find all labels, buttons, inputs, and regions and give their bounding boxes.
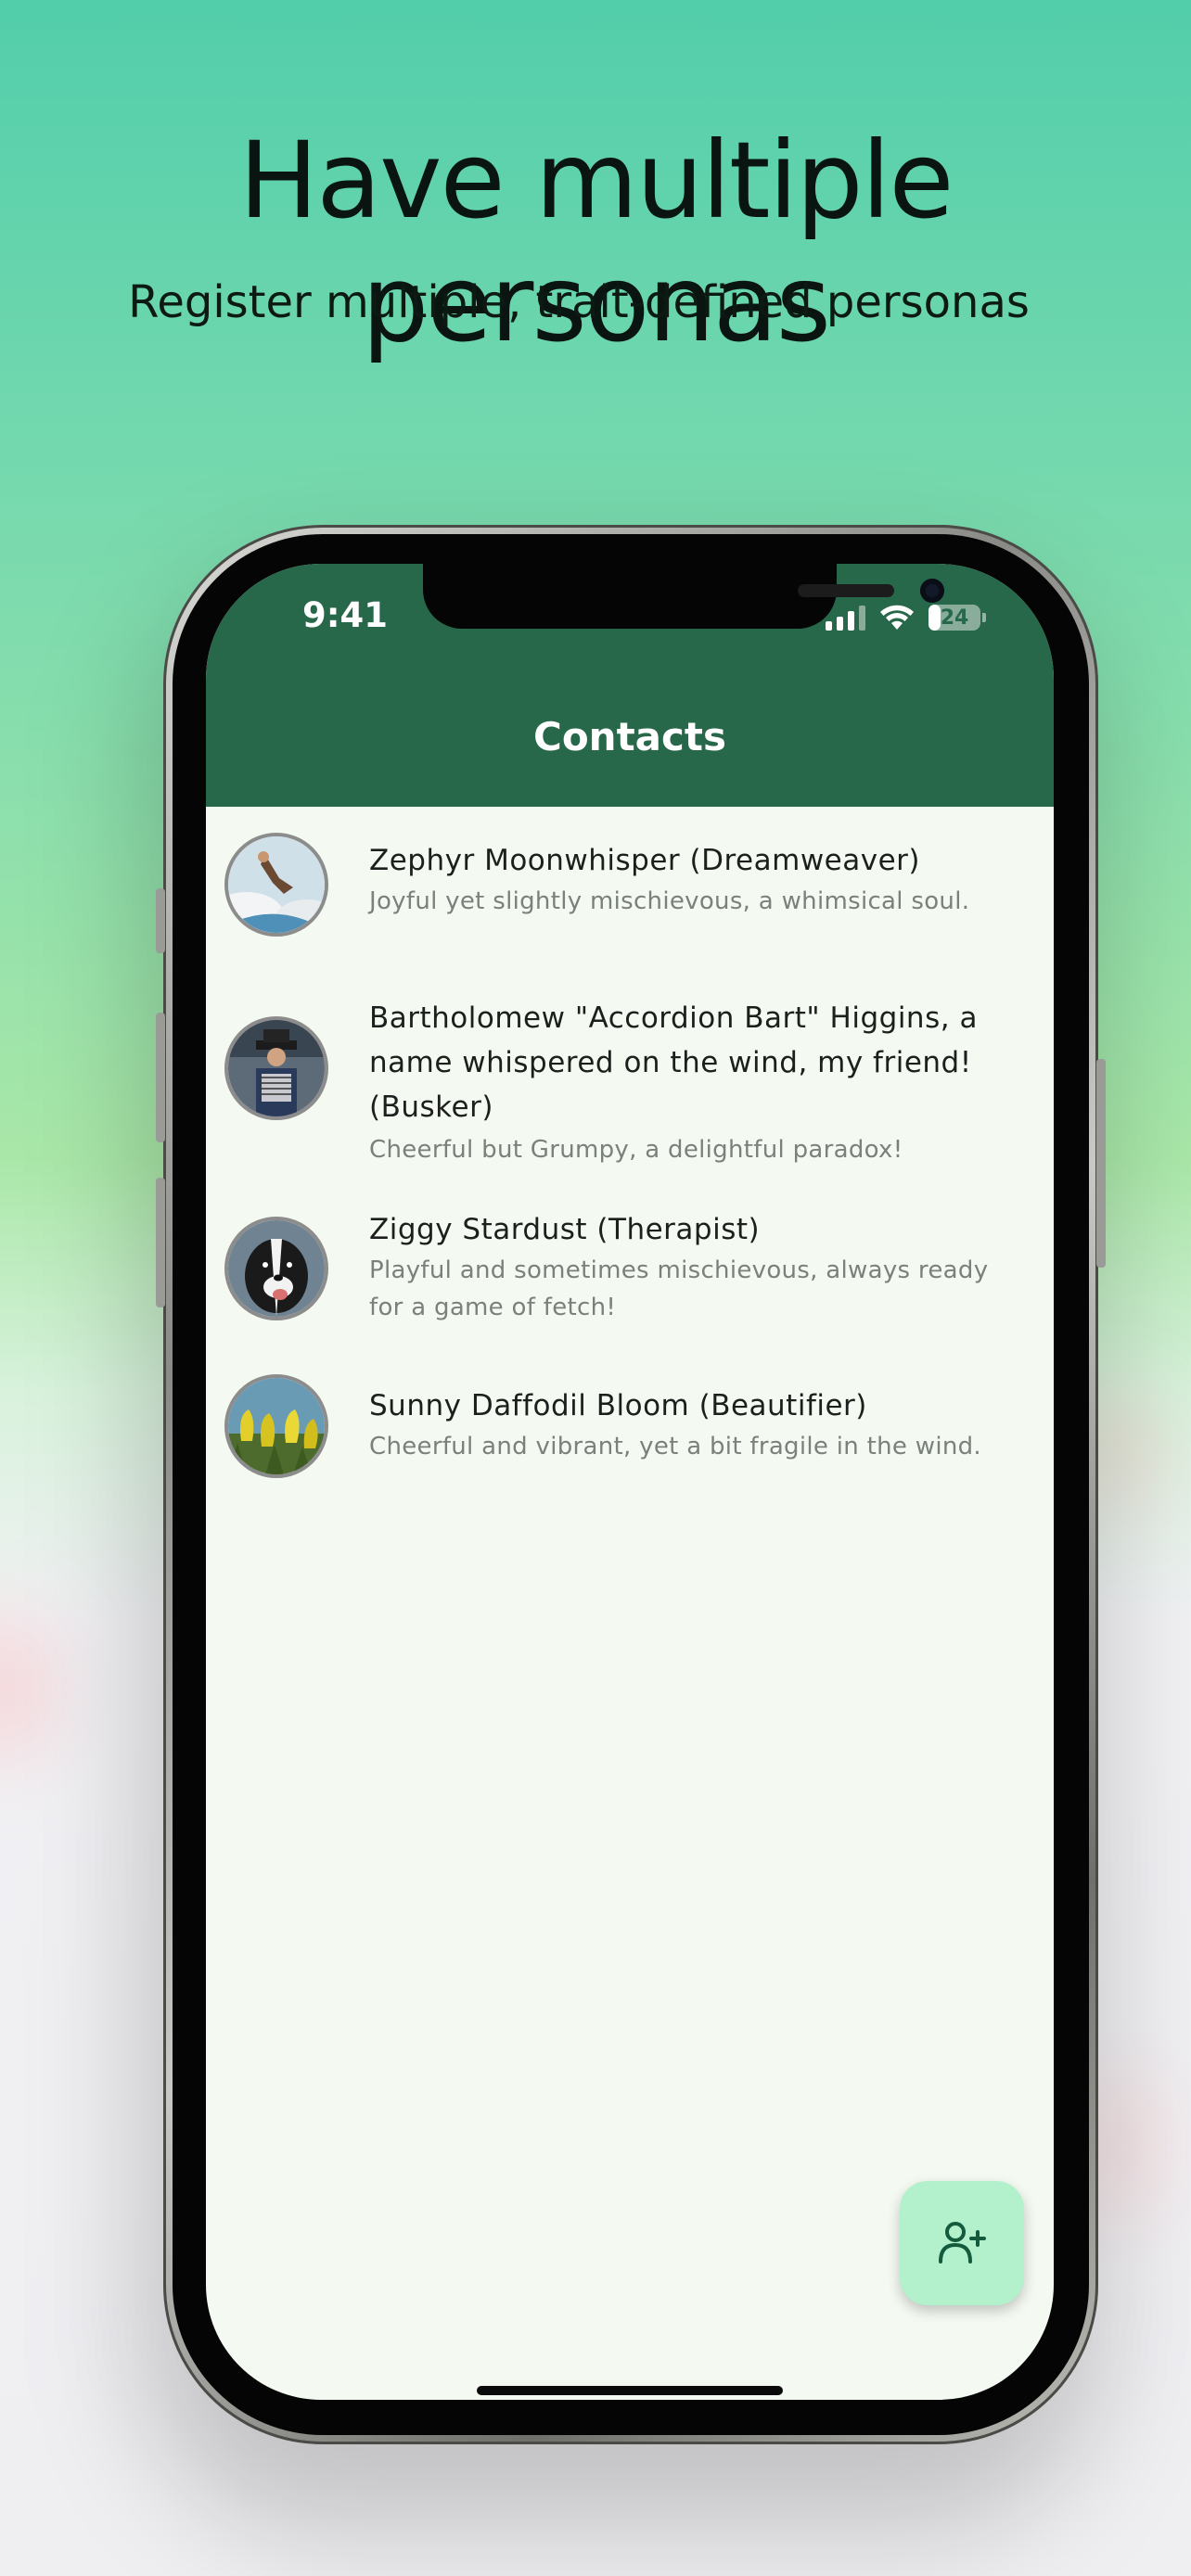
app-title: Contacts — [533, 714, 726, 759]
battery-fill — [928, 605, 941, 631]
add-contact-button[interactable] — [900, 2181, 1024, 2305]
contact-name-line: (Busker) — [369, 1090, 493, 1124]
contact-trait-line: Playful and sometimes mischievous, alway… — [369, 1256, 989, 1284]
battery-indicator: 24 — [928, 605, 980, 631]
battery-level: 24 — [940, 606, 969, 630]
front-camera — [920, 579, 944, 603]
notch — [423, 564, 944, 629]
phone-screen: 9:41 24 Contacts Zephyr Moonwhisper (Dre… — [206, 564, 1054, 2400]
contact-name: Ziggy Stardust (Therapist) — [369, 1213, 761, 1246]
contact-trait: Playful and sometimes mischievous, alway… — [369, 1252, 1028, 1326]
wifi-icon — [880, 605, 914, 630]
contact-name: Bartholomew "Accordion Bart" Higgins, a … — [369, 996, 1018, 1129]
contact-name-line: Bartholomew "Accordion Bart" Higgins, a — [369, 1001, 978, 1035]
volume-down-button — [156, 1178, 165, 1307]
contact-name: Sunny Daffodil Bloom (Beautifier) — [369, 1389, 867, 1422]
home-indicator[interactable] — [477, 2386, 783, 2395]
background-blob — [0, 1613, 56, 1762]
contact-trait: Joyful yet slightly mischievous, a whims… — [369, 887, 970, 915]
silent-switch — [156, 888, 165, 953]
status-time: 9:41 — [302, 595, 389, 635]
battery-nub — [982, 613, 986, 622]
contact-item[interactable]: Sunny Daffodil Bloom (Beautifier) Cheerf… — [206, 1354, 1054, 1526]
contact-item[interactable]: Ziggy Stardust (Therapist) Playful and s… — [206, 1178, 1054, 1354]
contact-trait: Cheerful but Grumpy, a delightful parado… — [369, 1136, 903, 1164]
headline: Have multiple personas — [238, 119, 954, 365]
subheadline: Register multiple, trait-defined persona… — [128, 276, 1030, 328]
contact-name-line: name whispered on the wind, my friend! — [369, 1046, 972, 1079]
avatar-bartholomew — [224, 1016, 328, 1120]
contact-trait-line: for a game of fetch! — [369, 1294, 617, 1321]
power-button — [1096, 1059, 1106, 1268]
volume-up-button — [156, 1013, 165, 1142]
avatar-zephyr — [224, 833, 328, 937]
earpiece-speaker — [798, 584, 894, 597]
battery-icon: 24 — [928, 605, 986, 631]
status-icons: 24 — [826, 601, 986, 634]
add-person-icon — [939, 2222, 986, 2264]
contact-name: Zephyr Moonwhisper (Dreamweaver) — [369, 844, 920, 877]
avatar-ziggy — [224, 1217, 328, 1320]
avatar-sunny — [224, 1374, 328, 1478]
contact-trait: Cheerful and vibrant, yet a bit fragile … — [369, 1433, 982, 1460]
contact-item[interactable]: Bartholomew "Accordion Bart" Higgins, a … — [206, 979, 1054, 1178]
contact-item[interactable]: Zephyr Moonwhisper (Dreamweaver) Joyful … — [206, 807, 1054, 979]
